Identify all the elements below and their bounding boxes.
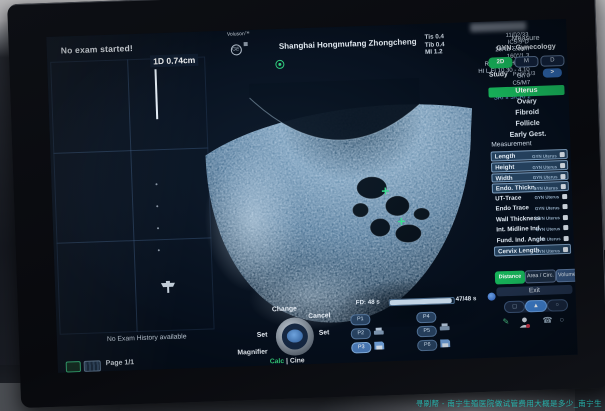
printer-icon (440, 323, 450, 331)
depth-marker (158, 249, 160, 251)
cine-progress-fill (390, 298, 452, 305)
measurement-tag: GYN Uterus (534, 194, 559, 200)
measurement-label: Cervix Length (498, 247, 539, 255)
thumbnail-cell[interactable] (53, 150, 134, 244)
area-circ-tool-button[interactable]: Area / Circ. (525, 269, 556, 283)
mode-button-2d[interactable]: 2D (488, 57, 512, 69)
measurement-tag: GYN Uterus (532, 164, 557, 170)
trackball-top-right-label: Cancel (308, 312, 331, 320)
trackball-left-label: Set (257, 332, 268, 339)
measurement-label: Width (495, 174, 512, 182)
measurement-checkbox[interactable] (560, 163, 565, 168)
measurement-label: Length (495, 153, 516, 161)
brand-name: Voluson™ (218, 31, 258, 38)
ge-logo-icon: GE (230, 44, 241, 55)
mode-button-d[interactable]: D (540, 55, 564, 67)
probe-orientation-marker-icon (275, 60, 284, 69)
distance-measurement-label: 1D 0.74cm (150, 54, 198, 68)
p4-button[interactable]: P4 (416, 312, 436, 324)
measurement-checkbox[interactable] (563, 225, 568, 230)
redacted-datetime (470, 21, 526, 32)
depth-marker (155, 183, 157, 185)
keyboard-icon[interactable] (84, 360, 101, 372)
brand-mark-icon (243, 42, 247, 46)
caliper-toggle-icon[interactable]: ◻ (504, 300, 526, 313)
p6-button[interactable]: P6 (417, 340, 437, 352)
cine-fd-label: FD: 48 s (356, 299, 380, 307)
cine-label: | Cine (286, 357, 305, 365)
measurement-checkbox[interactable] (562, 204, 567, 209)
info-icon[interactable] (487, 293, 495, 301)
volume-tool-button[interactable]: Volume (556, 269, 578, 283)
trackball-bottom-label: Calc| Cine (270, 357, 305, 365)
measurement-checkbox[interactable] (563, 214, 568, 219)
mode-button-m[interactable]: M (514, 56, 538, 68)
measurement-label: UT-Trace (495, 194, 521, 202)
gallery-icon[interactable] (66, 361, 81, 373)
p5-button[interactable]: P5 (417, 326, 437, 338)
ellipse-toggle-icon[interactable]: ○ (546, 299, 568, 312)
trackball-wheel[interactable] (275, 317, 314, 356)
study-page-indicator: Page 1/3 (513, 71, 536, 78)
measurement-label: Endo. Thickn. (496, 184, 537, 192)
distance-tool-button[interactable]: Distance (495, 270, 525, 284)
thumbnail-cell[interactable] (56, 240, 137, 334)
patient-icon[interactable] (518, 316, 530, 328)
body-marker-icon (159, 279, 177, 294)
measurement-checkbox[interactable] (563, 247, 568, 252)
cine-frame-counter: 47/48 s (456, 295, 477, 303)
phone-icon[interactable]: ☎ (542, 316, 552, 326)
measurement-tag: GYN Uterus (536, 236, 561, 242)
trackball-top-label: Change (272, 305, 297, 313)
measurement-checkbox[interactable] (562, 193, 567, 198)
calc-label: Calc (270, 358, 285, 365)
ultrasound-monitor: No exam started! Voluson™ GE Shanghai Ho… (7, 0, 605, 408)
hospital-name: Shanghai Hongmufang Zhongcheng (263, 37, 433, 52)
trackball-right-label: Set (319, 329, 330, 336)
p3-button[interactable]: P3 (351, 342, 371, 354)
cursor-toggle-icon[interactable]: ▲ (525, 300, 547, 313)
exam-status-text: No exam started! (61, 43, 133, 56)
study-label: Study (489, 71, 508, 79)
measurement-tag: GYN Uterus (532, 153, 557, 159)
exam-history-empty-text: No Exam History available (107, 333, 187, 343)
measurement-checkbox[interactable] (561, 184, 566, 189)
measurement-checkbox[interactable] (560, 152, 565, 157)
measurement-tag: GYN Uterus (533, 174, 558, 180)
thumbnail-cell[interactable] (50, 59, 131, 153)
exit-button[interactable]: Exit (496, 285, 572, 297)
ultrasound-screen: No exam started! Voluson™ GE Shanghai Ho… (46, 19, 577, 373)
measurement-section-title: Measurement (491, 140, 532, 148)
measurement-tag: GYN Uterus (535, 248, 560, 254)
printer-icon (374, 327, 384, 335)
measurement-tag: GYN Uterus (535, 205, 560, 211)
measure-panel-title: Measure (486, 32, 564, 44)
measurement-tag: GYN Uterus (533, 185, 558, 191)
p2-button[interactable]: P2 (351, 328, 371, 340)
save-icon (374, 341, 384, 349)
depth-marker (157, 227, 159, 229)
clipboard-page-indicator: Page 1/1 (106, 359, 135, 367)
save-icon (440, 339, 450, 347)
depth-marker (156, 205, 158, 207)
measurement-label: Endo Trace (495, 204, 529, 212)
annotate-pencil-icon[interactable]: ✎ (502, 317, 509, 327)
measurement-tag: GYN Uterus (535, 215, 560, 221)
measurement-checkbox[interactable] (560, 174, 565, 179)
ultrasound-image[interactable] (153, 62, 482, 335)
measurement-row-cervix-length[interactable]: Cervix Length GYN Uterus (494, 244, 571, 256)
measurement-checkbox[interactable] (564, 235, 569, 240)
brand-block: Voluson™ GE (218, 31, 259, 56)
study-next-page-button[interactable]: > (543, 68, 562, 78)
caliper-toggle-group[interactable]: ◻ ▲ ○ (504, 299, 568, 313)
measurement-tag: GYN Uterus (536, 226, 561, 232)
measurement-label: Wall Thickness (496, 214, 541, 223)
measurement-label: Height (495, 164, 514, 172)
p1-button[interactable]: P1 (350, 314, 370, 326)
status-circle-icon[interactable]: ○ (559, 315, 564, 325)
trackball-bottom-left-label: Magnifier (237, 349, 267, 357)
watermark-text: 寻刷帮 - 南宁生殖医院做试管费用大概是多少_南宁生 (416, 398, 602, 409)
measure-panel-subtitle: GYN: Gynecology (487, 43, 565, 53)
